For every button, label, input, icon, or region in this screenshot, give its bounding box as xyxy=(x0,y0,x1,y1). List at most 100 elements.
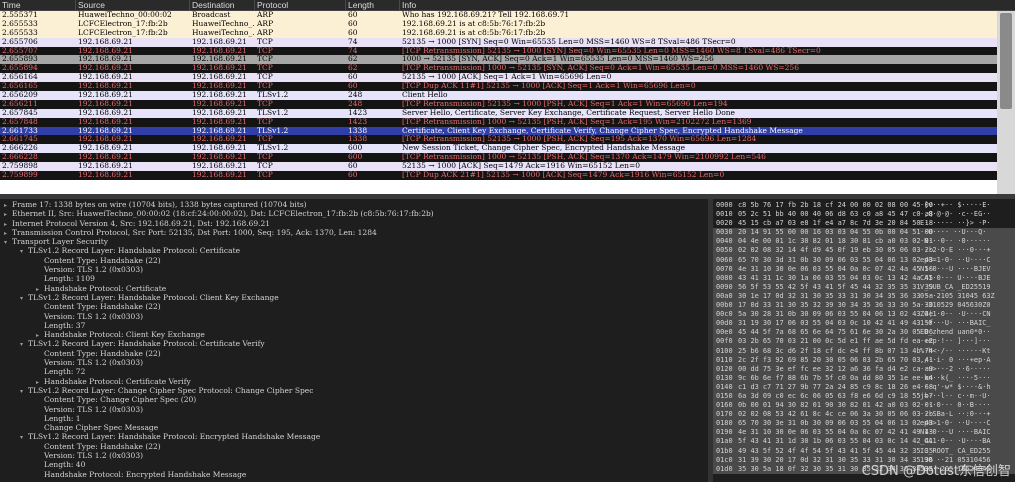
detail-tree-item[interactable]: ▾ TLSv1.2 Record Layer: Handshake Protoco… xyxy=(0,246,708,255)
detail-tree-item[interactable]: ▸ Handshake Protocol: Client Key Exchange xyxy=(0,330,708,339)
collapsed-arrow-icon[interactable]: ▸ xyxy=(4,220,12,228)
packet-row[interactable]: 2.655706 192.168.69.21 192.168.69.21 TCP 74 5… xyxy=(0,37,1015,47)
detail-tree-item[interactable]: Content Type: Handshake (22) xyxy=(0,256,708,265)
collapsed-arrow-icon[interactable]: ▸ xyxy=(4,201,12,209)
detail-tree-item[interactable]: ▸ Transmission Control Protocol, Src Port… xyxy=(0,228,708,237)
column-header-source[interactable]: Source xyxy=(76,0,190,10)
column-header-info[interactable]: Info xyxy=(400,0,990,10)
collapsed-arrow-icon[interactable]: ▸ xyxy=(4,229,12,237)
scrollbar-thumb[interactable] xyxy=(1000,13,1012,109)
detail-tree-item[interactable]: Version: TLS 1.2 (0x0303) xyxy=(0,265,708,274)
collapsed-arrow-icon[interactable]: ▸ xyxy=(4,210,12,218)
hex-dump-row[interactable]: 0150 6a 3d 09 c0 ec 6c 06 05 63 f8 e6 6d … xyxy=(713,391,1015,402)
expanded-arrow-icon[interactable]: ▾ xyxy=(20,433,28,441)
detail-tree-item[interactable]: Length: 1 xyxy=(0,414,708,423)
column-header-destination[interactable]: Destination xyxy=(190,0,255,10)
detail-tree-label: Version: TLS 1.2 (0x0303) xyxy=(44,404,144,414)
detail-tree-item[interactable]: Length: 37 xyxy=(0,321,708,330)
hex-dump-row[interactable]: 0130 9c 6b 6e f7 88 6b 7b 5f c0 0a dd 80 … xyxy=(713,373,1015,383)
detail-tree-item[interactable]: ▸ Handshake Protocol: Certificate xyxy=(0,284,708,293)
collapsed-arrow-icon[interactable]: ▸ xyxy=(36,285,44,293)
hex-ascii: ·[v··+·· $·····E· xyxy=(920,201,991,209)
column-header-length[interactable]: Length xyxy=(346,0,400,10)
packet-row[interactable]: 2.656209 192.168.69.21 192.168.69.21 TLSv1.… xyxy=(0,91,1015,100)
detail-tree-item[interactable]: Content Type: Change Cipher Spec (20) xyxy=(0,395,708,404)
hex-dump-row[interactable]: 0070 4e 31 10 30 0e 06 03 55 04 0a 0c 07 … xyxy=(713,264,1015,274)
hex-dump-row[interactable]: 0080 43 41 31 1c 30 1a 06 03 55 04 03 0c … xyxy=(713,273,1015,283)
packet-list-scrollbar[interactable] xyxy=(997,11,1015,194)
hex-dump-row[interactable]: 0050 02 02 08 32 14 4f d9 45 0f 19 eb 30 … xyxy=(713,246,1015,256)
detail-tree-item[interactable]: Content Type: Handshake (22) xyxy=(0,349,708,358)
hex-dump-row[interactable]: 0100 25 b6 68 3c d6 2f 18 cf dc e4 ff 8b … xyxy=(713,346,1015,356)
detail-tree-item[interactable]: Version: TLS 1.2 (0x0303) xyxy=(0,358,708,367)
hex-dump-row[interactable]: 0140 c1 d3 c7 71 27 9b 77 2a 24 85 c9 8c … xyxy=(713,382,1015,392)
hex-dump-row[interactable]: 00c0 5a 30 28 31 0b 30 09 06 03 55 04 06 … xyxy=(713,310,1015,320)
packet-row[interactable]: 2.656165 192.168.69.21 192.168.69.21 TCP 60 [… xyxy=(0,82,1015,92)
expanded-arrow-icon[interactable]: ▾ xyxy=(20,247,28,255)
detail-tree-item[interactable]: Content Type: Handshake (22) xyxy=(0,442,708,451)
hex-dump-row[interactable]: 0160 0b 00 01 94 30 82 01 90 30 82 01 42 … xyxy=(713,401,1015,411)
detail-tree-item[interactable]: ▸ Ethernet II, Src: HuaweiTechno_00:00:02… xyxy=(0,209,708,218)
packet-row[interactable]: 2.666228 192.168.69.21 192.168.69.21 TCP 600… xyxy=(0,153,1015,163)
packet-row[interactable]: 2.657845 192.168.69.21 192.168.69.21 TLSv1.… xyxy=(0,108,1015,118)
detail-tree-item[interactable]: Version: TLS 1.2 (0x0303) xyxy=(0,405,708,414)
expanded-arrow-icon[interactable]: ▾ xyxy=(20,294,28,302)
packet-row[interactable]: 2.656164 192.168.69.21 192.168.69.21 TCP 60 5… xyxy=(0,73,1015,83)
collapsed-arrow-icon[interactable]: ▸ xyxy=(36,331,44,339)
hex-dump-row[interactable]: 0000 c8 5b 76 17 fb 2b 18 cf 24 00 00 02 … xyxy=(713,201,1015,210)
hex-dump-row[interactable]: 0040 04 4e 00 01 1c 30 82 01 18 30 81 cb … xyxy=(713,237,1015,247)
detail-tree-item[interactable]: ▾ TLSv1.2 Record Layer: Change Cipher Spe… xyxy=(0,386,708,395)
detail-tree-item[interactable]: Version: TLS 1.2 (0x0303) xyxy=(0,451,708,460)
detail-tree-item[interactable]: ▾ TLSv1.2 Record Layer: Handshake Protoco… xyxy=(0,293,708,302)
hex-dump-row[interactable]: 0180 65 70 30 3e 31 0b 30 09 06 03 55 04 … xyxy=(713,419,1015,429)
expanded-arrow-icon[interactable]: ▾ xyxy=(20,340,28,348)
hex-dump-row[interactable]: 00d0 31 19 30 17 06 03 55 04 03 0c 10 42 … xyxy=(713,319,1015,329)
column-header-protocol[interactable]: Protocol xyxy=(255,0,346,10)
detail-tree-item[interactable]: Version: TLS 1.2 (0x0303) xyxy=(0,312,708,321)
hex-dump-row[interactable]: 01a0 5f 43 41 31 1d 30 1b 06 03 55 04 03 … xyxy=(713,437,1015,447)
detail-tree-item[interactable]: ▸ Internet Protocol Version 4, Src: 192.1… xyxy=(0,219,708,228)
packet-row[interactable]: 2.656211 192.168.69.21 192.168.69.21 TCP 248… xyxy=(0,99,1015,109)
hex-dump-row[interactable]: 0090 56 5f 53 55 42 5f 43 41 5f 45 44 32 … xyxy=(713,282,1015,292)
hex-dump-row[interactable]: 0060 65 70 30 3d 31 0b 30 09 06 03 55 04 … xyxy=(713,255,1015,265)
packet-row[interactable]: 2.655893 192.168.69.21 192.168.69.21 TCP 62 1… xyxy=(0,55,1015,65)
column-header-time[interactable]: Time xyxy=(0,0,76,10)
detail-tree-item[interactable]: Handshake Protocol: Encrypted Handshake … xyxy=(0,470,708,479)
packet-row[interactable]: 2.655894 192.168.69.21 192.168.69.21 TCP 62 [… xyxy=(0,64,1015,74)
detail-tree-item[interactable]: ▾ TLSv1.2 Record Layer: Handshake Protoco… xyxy=(0,339,708,348)
detail-tree-item[interactable]: Length: 1109 xyxy=(0,274,708,283)
packet-row[interactable]: 2.759899 192.168.69.21 192.168.69.21 TCP 60 [… xyxy=(0,171,1015,180)
packet-row[interactable]: 2.661745 192.168.69.21 192.168.69.21 TCP 133… xyxy=(0,135,1015,145)
packet-row[interactable]: 2.666226 192.168.69.21 192.168.69.21 TLSv1.… xyxy=(0,144,1015,154)
packet-row[interactable]: 2.759898 192.168.69.21 192.168.69.21 TCP 60 5… xyxy=(0,162,1015,172)
packet-row[interactable]: 2.657848 192.168.69.21 192.168.69.21 TCP 142… xyxy=(0,117,1015,127)
hex-dump-row[interactable]: 0010 05 2c 51 bb 40 00 40 06 d8 63 c0 a8 … xyxy=(713,210,1015,219)
packet-row[interactable]: 2.661733 192.168.69.21 192.168.69.21 TLSv1.… xyxy=(0,126,1015,136)
packet-row[interactable]: 2.655533 LCFCElectron_17:fb:2b HuaweiTechn… xyxy=(0,28,1015,38)
hex-dump-row[interactable]: 00a0 30 1e 17 0d 32 31 30 35 33 31 30 34 … xyxy=(713,291,1015,302)
hex-dump-row[interactable]: 0030 20 14 91 55 00 00 16 03 03 04 55 0b … xyxy=(713,228,1015,238)
hex-dump-row[interactable]: 0020 45 15 cb a7 03 e8 1f e4 a7 8c 7d 3e … xyxy=(713,219,1015,228)
hex-dump-row[interactable]: 0190 4e 31 10 30 0e 06 03 55 04 0a 0c 07 … xyxy=(713,428,1015,438)
packet-row[interactable]: 2.555371 HuaweiTechno_00:00:02 Broadcast AR… xyxy=(0,11,1015,20)
detail-tree-item[interactable]: ▸ Frame 17: 1338 bytes on wire (10704 bit… xyxy=(0,200,708,209)
detail-tree-item[interactable]: ▸ Handshake Protocol: Certificate Verify xyxy=(0,377,708,386)
detail-tree-item[interactable]: Length: 72 xyxy=(0,367,708,376)
detail-tree-item[interactable]: ▾ TLSv1.2 Record Layer: Handshake Protoco… xyxy=(0,432,708,441)
collapsed-arrow-icon[interactable]: ▸ xyxy=(36,378,44,386)
expanded-arrow-icon[interactable]: ▾ xyxy=(20,387,28,395)
hex-dump-row[interactable]: 00b0 17 0d 33 31 30 35 32 39 30 34 35 36 … xyxy=(713,301,1015,311)
packet-row[interactable]: 2.655707 192.168.69.21 192.168.69.21 TCP 74 [… xyxy=(0,46,1015,56)
detail-tree-item[interactable]: ▾ Transport Layer Security xyxy=(0,237,708,246)
packet-row[interactable]: 2.655533 LCFCElectron_17:fb:2b HuaweiTechn… xyxy=(0,19,1015,29)
hex-dump-row[interactable]: 0120 00 dd 75 3e ef fc ee 32 12 a6 36 fa … xyxy=(713,364,1015,374)
hex-dump-row[interactable]: 00f0 03 2b 65 70 03 21 00 0c 5d e1 ff ae … xyxy=(713,337,1015,347)
detail-tree-item[interactable]: Change Cipher Spec Message xyxy=(0,423,708,432)
hex-dump-row[interactable]: 0110 2c 2f f3 92 69 85 20 30 05 06 03 2b … xyxy=(713,355,1015,365)
hex-dump-row[interactable]: 00e0 45 44 5f 7a 68 65 6e 64 75 61 6e 30 … xyxy=(713,328,1015,338)
detail-tree-item[interactable]: Length: 40 xyxy=(0,460,708,469)
hex-dump-row[interactable]: 01b0 49 43 5f 52 4f 4f 54 5f 43 41 5f 45 … xyxy=(713,446,1015,456)
expanded-arrow-icon[interactable]: ▾ xyxy=(4,238,12,246)
detail-tree-item[interactable]: Content Type: Handshake (22) xyxy=(0,302,708,311)
hex-dump-row[interactable]: 0170 02 02 08 53 42 61 8c 4c ce 06 3a 30 … xyxy=(713,410,1015,420)
